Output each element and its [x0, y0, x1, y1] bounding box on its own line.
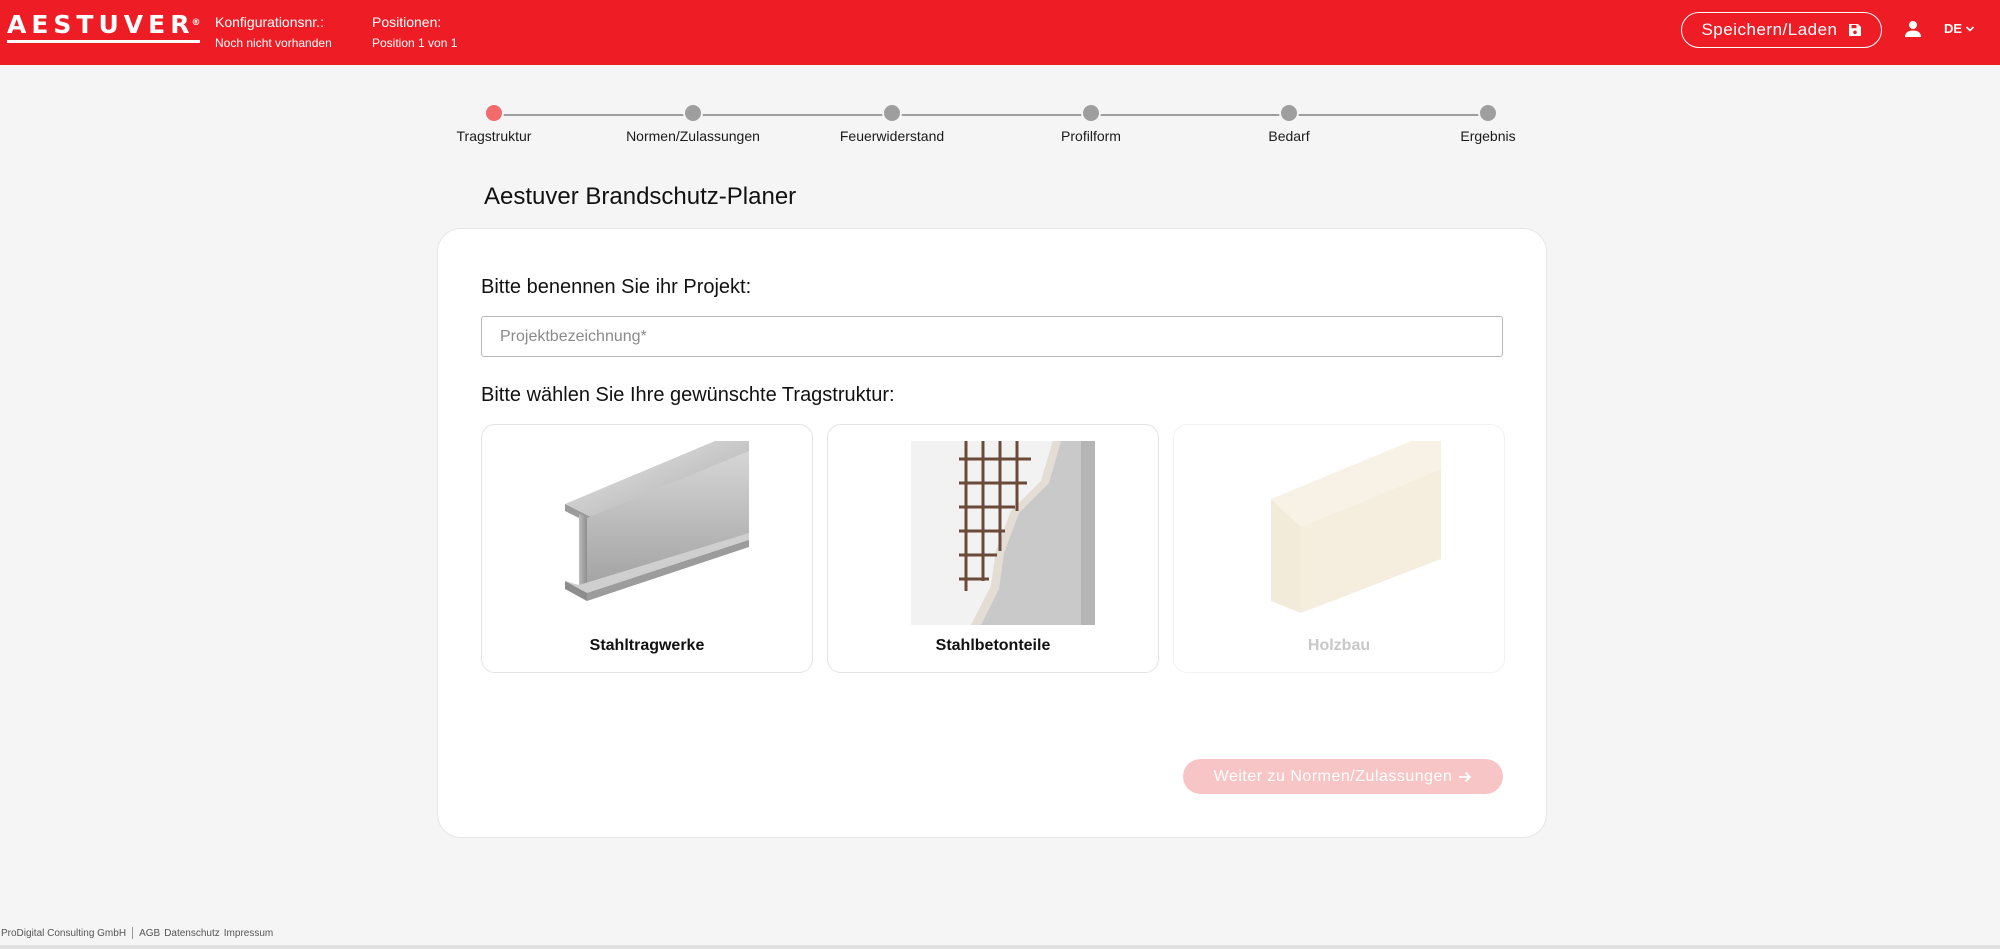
structure-option-stahltragwerke[interactable]: Stahltragwerke	[481, 424, 813, 673]
config-value: Noch nicht vorhanden	[215, 36, 332, 50]
positions-info: Positionen: Position 1 von 1	[372, 14, 457, 50]
configuration-number: Konfigurationsnr.: Noch nicht vorhanden	[215, 14, 332, 50]
footer-company: ProDigital Consulting GmbH	[1, 927, 127, 939]
footer-divider	[132, 927, 134, 939]
structure-option-stahlbetonteile[interactable]: Stahlbetonteile	[827, 424, 1159, 673]
reinforced-concrete-image	[911, 441, 1095, 625]
floppy-disk-icon	[1848, 24, 1861, 36]
step-tragstruktur[interactable]: Tragstruktur	[394, 103, 594, 144]
step-dot	[484, 103, 504, 123]
step-dot	[882, 103, 902, 123]
timber-beam-image	[1271, 441, 1441, 613]
arrow-right-icon	[1459, 771, 1472, 782]
structure-question: Bitte wählen Sie Ihre gewünschte Tragstr…	[481, 384, 895, 406]
step-label: Bedarf	[1268, 128, 1310, 144]
step-label: Profilform	[1061, 128, 1121, 144]
progress-stepper: Tragstruktur Normen/Zulassungen Feuerwid…	[0, 100, 2000, 150]
step-dot	[683, 103, 703, 123]
page-title: Aestuver Brandschutz-Planer	[484, 183, 797, 210]
structure-label: Stahltragwerke	[589, 637, 705, 654]
step-label: Feuerwiderstand	[839, 128, 945, 144]
footer-link-agb[interactable]: AGB	[139, 928, 160, 939]
step-dot	[1478, 103, 1498, 123]
project-name-question: Bitte benennen Sie ihr Projekt:	[481, 276, 752, 298]
top-bar: AESTUVER® Konfigurationsnr.: Noch nicht …	[0, 0, 2000, 65]
steel-beam-image	[565, 441, 749, 601]
step-bedarf[interactable]: Bedarf	[1189, 103, 1389, 144]
language-label: DE	[1944, 21, 1963, 36]
step-dot	[1279, 103, 1299, 123]
next-step-label: Weiter zu Normen/Zulassungen	[1213, 767, 1453, 785]
aestuver-logo[interactable]: AESTUVER®	[7, 12, 201, 43]
config-label: Konfigurationsnr.:	[215, 14, 324, 30]
step-ergebnis[interactable]: Ergebnis	[1388, 103, 1588, 144]
step-dot	[1081, 103, 1101, 123]
chevron-down-icon	[1965, 25, 1975, 32]
structure-option-holzbau: Holzbau	[1173, 424, 1505, 673]
step-normen-zulassungen[interactable]: Normen/Zulassungen	[593, 103, 793, 144]
save-load-label: Speichern/Laden	[1701, 20, 1838, 39]
project-name-input[interactable]	[481, 316, 1503, 357]
bottom-strip	[0, 945, 2000, 949]
positions-value: Position 1 von 1	[372, 36, 458, 50]
structure-label: Holzbau	[1307, 637, 1371, 654]
positions-label: Positionen:	[372, 14, 442, 30]
step-feuerwiderstand[interactable]: Feuerwiderstand	[792, 103, 992, 144]
step-label: Tragstruktur	[456, 128, 532, 144]
language-selector[interactable]: DE	[1944, 21, 1975, 36]
user-account-icon[interactable]	[1903, 19, 1923, 39]
step-profilform[interactable]: Profilform	[991, 103, 1191, 144]
save-load-button[interactable]: Speichern/Laden	[1681, 12, 1882, 48]
step-label: Normen/Zulassungen	[626, 128, 760, 144]
next-step-button[interactable]: Weiter zu Normen/Zulassungen	[1183, 759, 1503, 794]
footer-link-datenschutz[interactable]: Datenschutz	[164, 928, 220, 939]
footer: ProDigital Consulting GmbH AGB Datenschu…	[1, 927, 273, 939]
step-label: Ergebnis	[1460, 128, 1516, 144]
footer-link-impressum[interactable]: Impressum	[224, 928, 273, 939]
structure-label: Stahlbetonteile	[935, 637, 1051, 654]
